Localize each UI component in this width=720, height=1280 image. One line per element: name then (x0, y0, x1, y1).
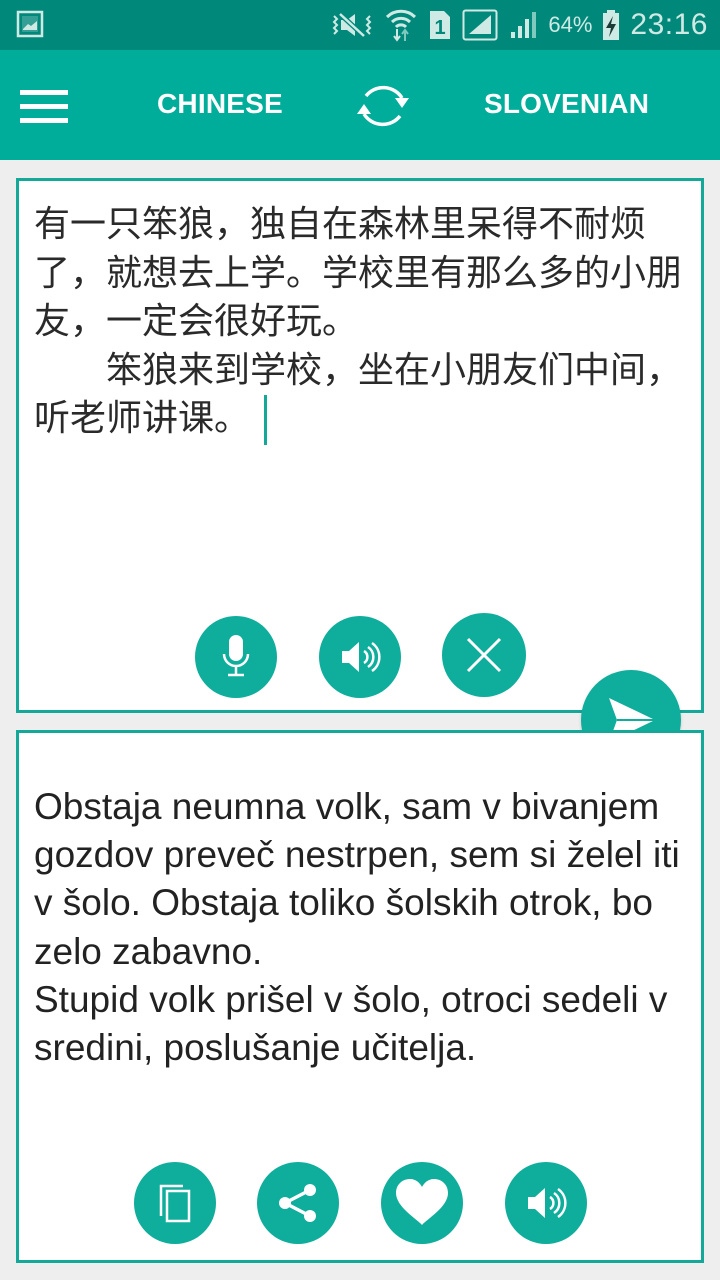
signal-sim1-icon (462, 9, 498, 41)
favorite-button[interactable] (381, 1162, 463, 1244)
speaker-icon (528, 1187, 567, 1219)
microphone-icon (222, 635, 250, 677)
speak-target-button[interactable] (505, 1162, 587, 1244)
close-icon (466, 637, 502, 673)
swap-languages-icon[interactable] (348, 76, 418, 136)
hamburger-menu-icon[interactable] (20, 90, 68, 124)
source-language-button[interactable]: CHINESE (157, 88, 283, 120)
target-language-button[interactable]: SLOVENIAN (484, 88, 649, 120)
speak-source-button[interactable] (319, 616, 401, 698)
clear-button[interactable] (442, 613, 526, 697)
source-text-input[interactable]: 有一只笨狼，独自在森林里呆得不耐烦了，就想去上学。学校里有那么多的小朋友，一定会… (34, 201, 684, 445)
source-text: 有一只笨狼，独自在森林里呆得不耐烦了，就想去上学。学校里有那么多的小朋友，一定会… (34, 204, 683, 439)
copy-icon (159, 1184, 191, 1223)
source-text-panel: 有一只笨狼，独自在森林里呆得不耐烦了，就想去上学。学校里有那么多的小朋友，一定会… (16, 178, 704, 713)
share-icon (279, 1184, 316, 1222)
app-bar: CHINESE SLOVENIAN (0, 50, 720, 160)
clock: 23:16 (630, 8, 708, 41)
wifi-data-icon (386, 9, 417, 42)
microphone-button[interactable] (195, 616, 277, 698)
share-button[interactable] (257, 1162, 339, 1244)
battery-percent: 64% (548, 12, 593, 37)
sim1-icon: 1 (430, 11, 451, 39)
battery-charging-icon (603, 10, 620, 40)
gallery-notification-icon (16, 10, 44, 38)
copy-button[interactable] (134, 1162, 216, 1244)
status-bar: 1 64% 23:16 (0, 0, 720, 50)
svg-text:1: 1 (435, 17, 446, 39)
translated-text: Obstaja neumna volk, sam v bivanjem gozd… (34, 786, 680, 1069)
translation-panel: Obstaja neumna volk, sam v bivanjem gozd… (16, 730, 704, 1263)
vibrate-mute-icon (332, 12, 372, 38)
speaker-icon (342, 641, 381, 673)
signal-sim2-icon (511, 12, 537, 38)
heart-icon (396, 1179, 448, 1225)
text-cursor (264, 395, 268, 445)
